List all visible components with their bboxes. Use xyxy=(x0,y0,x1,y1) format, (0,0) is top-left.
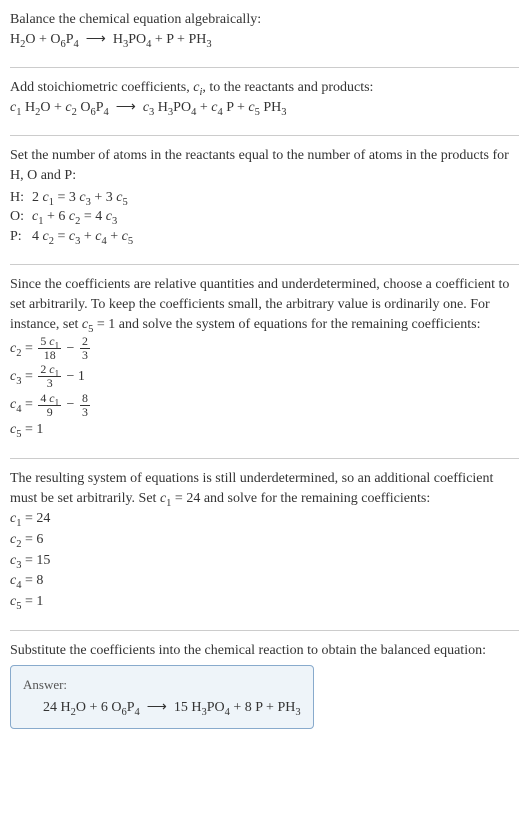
final-intro: Substitute the coefficients into the che… xyxy=(10,641,519,661)
divider xyxy=(10,67,519,68)
coef-rhs: 2 c13 − 1 xyxy=(36,369,85,384)
atoms-table: H: 2 c1 = 3 c3 + 3 c5 O: c1 + 6 c2 = 4 c… xyxy=(10,188,141,247)
coef-value: c4 = 8 xyxy=(10,571,519,591)
atoms-row: P: 4 c2 = c3 + c4 + c5 xyxy=(10,227,141,247)
atoms-eq: 4 c2 = c3 + c4 + c5 xyxy=(32,227,141,247)
stoich-section: Add stoichiometric coefficients, ci, to … xyxy=(10,78,519,125)
coef-eq: c2 = 5 c118 − 23 xyxy=(10,335,519,362)
relative-section: Since the coefficients are relative quan… xyxy=(10,275,519,448)
atoms-element: P: xyxy=(10,227,32,247)
atoms-eq: c1 + 6 c2 = 4 c3 xyxy=(32,207,141,227)
divider xyxy=(10,630,519,631)
coef-value: c1 = 24 xyxy=(10,509,519,529)
atoms-eq: 2 c1 = 3 c3 + 3 c5 xyxy=(32,188,141,208)
atoms-section: Set the number of atoms in the reactants… xyxy=(10,146,519,254)
coef-lhs: c2 = xyxy=(10,341,36,356)
coef-lhs: c4 = xyxy=(10,397,36,412)
atoms-row: O: c1 + 6 c2 = 4 c3 xyxy=(10,207,141,227)
coef-eq: c5 = 1 xyxy=(10,420,519,440)
coef-value: c5 = 1 xyxy=(10,592,519,612)
atoms-row: H: 2 c1 = 3 c3 + 3 c5 xyxy=(10,188,141,208)
intro-section: Balance the chemical equation algebraica… xyxy=(10,10,519,57)
atoms-element: H: xyxy=(10,188,32,208)
coef-rhs: 5 c118 − 23 xyxy=(36,341,92,356)
coef-rhs: 4 c19 − 83 xyxy=(36,397,92,412)
final-section: Substitute the coefficients into the che… xyxy=(10,641,519,736)
resulting-intro: The resulting system of equations is sti… xyxy=(10,469,519,508)
coef-value: c3 = 15 xyxy=(10,551,519,571)
coef-eq: c3 = 2 c13 − 1 xyxy=(10,363,519,390)
resulting-section: The resulting system of equations is sti… xyxy=(10,469,519,620)
coef-eq: c4 = 4 c19 − 83 xyxy=(10,392,519,419)
atoms-element: O: xyxy=(10,207,32,227)
coef-lhs: c5 = xyxy=(10,422,36,437)
answer-label: Answer: xyxy=(23,676,301,694)
balanced-equation: 24 H2O + 6 O6P4 ⟶ 15 H3PO4 + 8 P + PH3 xyxy=(43,698,301,718)
divider xyxy=(10,264,519,265)
coef-value: c2 = 6 xyxy=(10,530,519,550)
atoms-intro: Set the number of atoms in the reactants… xyxy=(10,146,519,185)
unbalanced-equation: H2O + O6P4 ⟶ H3PO4 + P + PH3 xyxy=(10,30,519,50)
relative-intro: Since the coefficients are relative quan… xyxy=(10,275,519,334)
divider xyxy=(10,458,519,459)
divider xyxy=(10,135,519,136)
stoich-line1: Add stoichiometric coefficients, ci, to … xyxy=(10,78,519,98)
coef-lhs: c3 = xyxy=(10,369,36,384)
answer-box: Answer: 24 H2O + 6 O6P4 ⟶ 15 H3PO4 + 8 P… xyxy=(10,665,314,729)
intro-line1: Balance the chemical equation algebraica… xyxy=(10,10,519,30)
coef-rhs: 1 xyxy=(36,422,43,437)
stoich-equation: c1 H2O + c2 O6P4 ⟶ c3 H3PO4 + c4 P + c5 … xyxy=(10,98,519,118)
